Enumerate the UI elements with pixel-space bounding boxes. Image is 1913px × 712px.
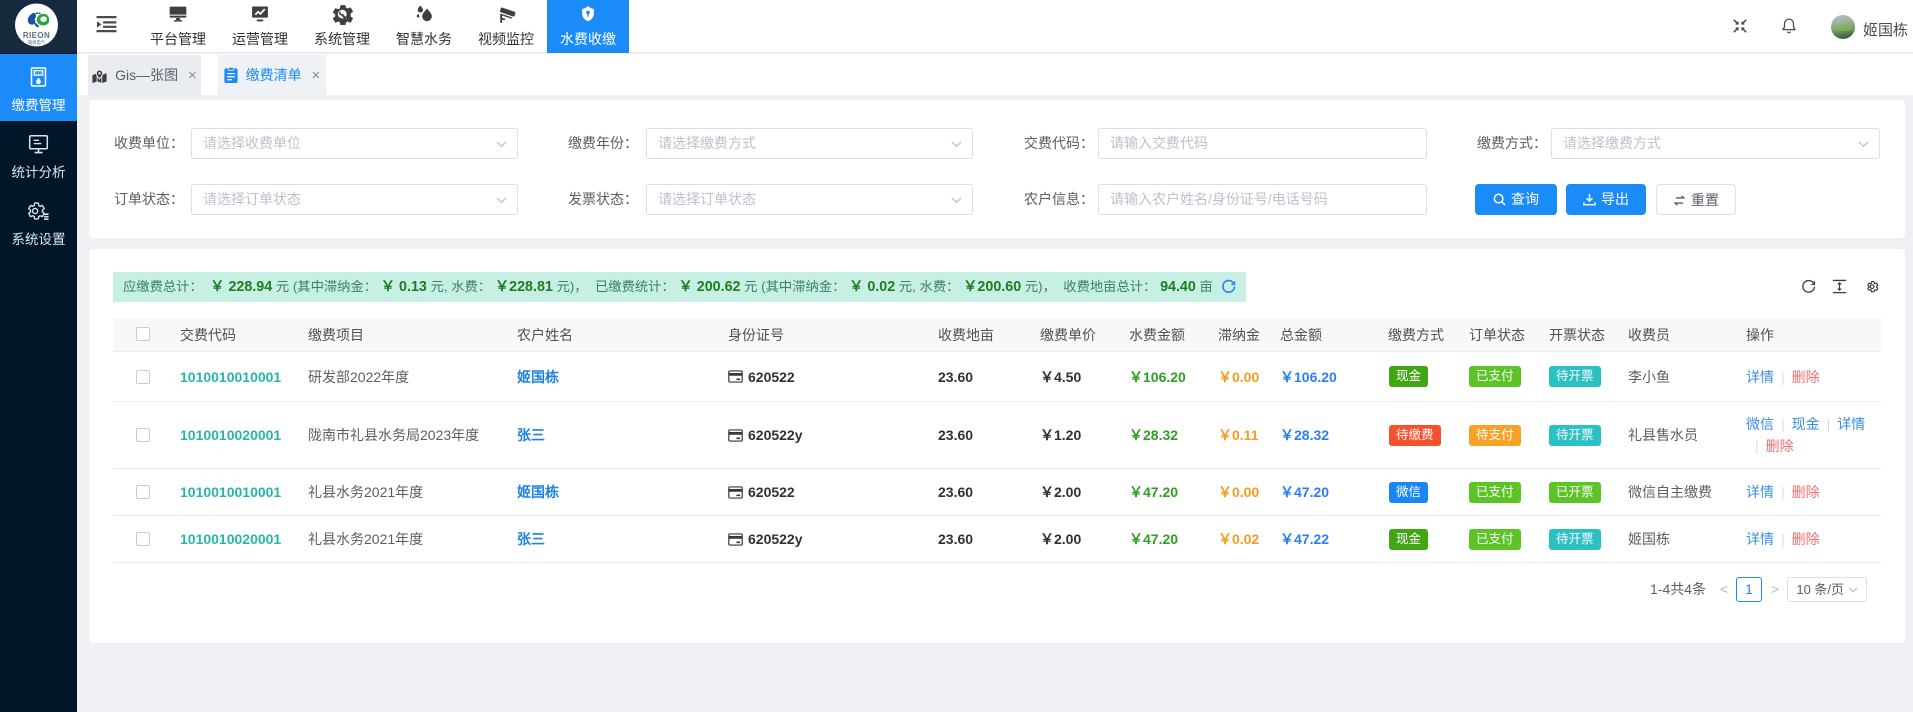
svg-text:瑞恩电气: 瑞恩电气 [28,39,46,45]
svg-text:RIEON: RIEON [23,31,50,40]
